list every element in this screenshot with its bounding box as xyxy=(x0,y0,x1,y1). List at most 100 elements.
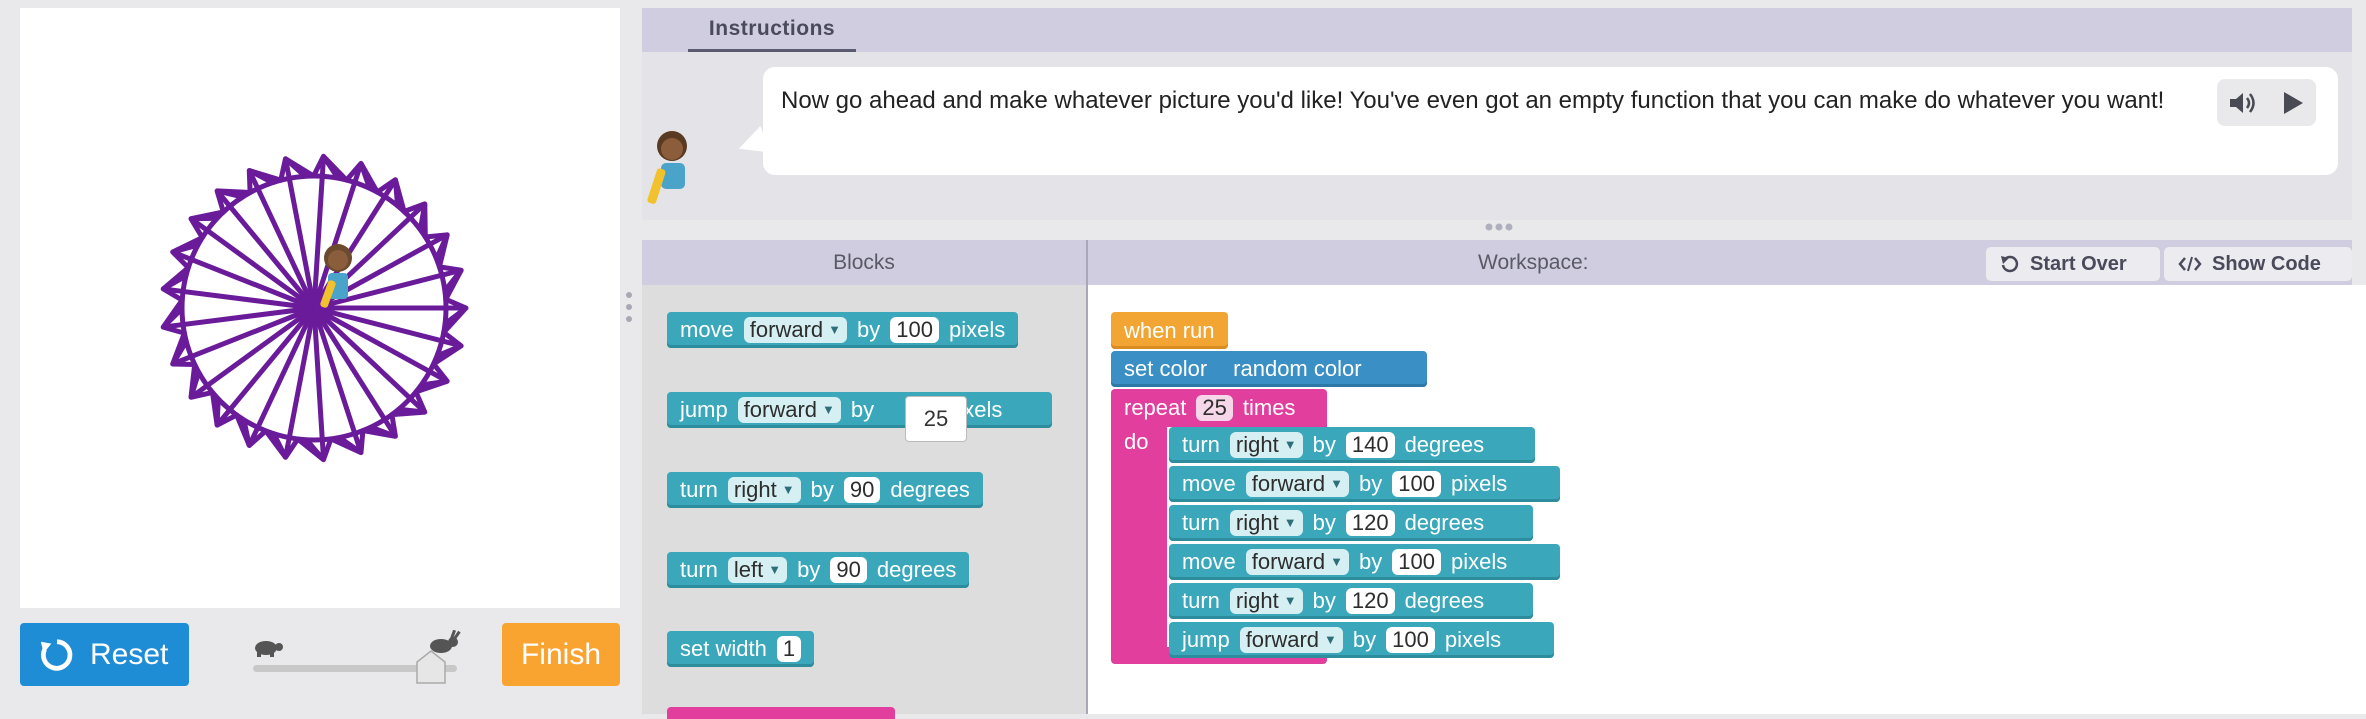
number-field[interactable]: 100 xyxy=(1392,549,1441,575)
direction-dropdown[interactable]: right ▼ xyxy=(1229,588,1303,614)
block-by-label: by xyxy=(1352,627,1377,652)
block-unit-label: pixels xyxy=(1451,549,1508,574)
start-over-label: Start Over xyxy=(2030,252,2127,275)
number-field[interactable]: 90 xyxy=(830,557,867,583)
dropdown-arrow-icon: ▼ xyxy=(1283,437,1297,452)
toolbox-function-block[interactable] xyxy=(667,707,895,719)
speed-slider-thumb[interactable] xyxy=(416,650,446,684)
repeat-body-block-jump[interactable]: jump forward ▼ by 100 pixels xyxy=(1169,622,1554,658)
number-field[interactable]: 100 xyxy=(1386,627,1435,653)
workspace-title: Workspace: xyxy=(1478,250,1589,274)
repeat-header: repeat 25 times xyxy=(1111,389,1308,427)
blocks-header: Blocks xyxy=(642,240,1086,285)
instructions-text: Now go ahead and make whatever picture y… xyxy=(763,67,2338,175)
direction-value: right xyxy=(1235,588,1279,613)
block-verb: turn xyxy=(1182,432,1220,457)
repeat-body-block-turn[interactable]: turn right ▼ by 120 degrees xyxy=(1169,583,1533,619)
code-icon xyxy=(2178,256,2202,272)
toolbox-jump-block[interactable]: jump forward ▼ by pixels xyxy=(667,392,1052,428)
block-verb: move xyxy=(1182,549,1236,574)
number-field[interactable]: 140 xyxy=(1345,432,1395,458)
direction-value: right xyxy=(733,477,777,502)
repeat-body-block-move[interactable]: move forward ▼ by 100 pixels xyxy=(1169,544,1560,580)
direction-value: forward xyxy=(1245,627,1320,652)
direction-dropdown[interactable]: right ▼ xyxy=(1229,510,1303,536)
number-field[interactable]: 90 xyxy=(843,477,881,503)
toolbox: move forward ▼ by 100 pixels jump forward… xyxy=(642,285,1086,719)
direction-value: forward xyxy=(1251,549,1326,574)
number-field[interactable]: 100 xyxy=(1392,471,1441,497)
block-by-label: by xyxy=(1359,471,1383,496)
play-icon[interactable] xyxy=(2281,90,2305,116)
direction-dropdown[interactable]: forward ▼ xyxy=(1245,549,1350,575)
jump-number-field[interactable]: 25 xyxy=(905,396,967,442)
direction-dropdown[interactable]: right ▼ xyxy=(1229,432,1303,458)
block-unit-label: degrees xyxy=(876,557,957,582)
panel-resize-handle[interactable] xyxy=(1484,222,1514,232)
instructions-avatar xyxy=(647,131,687,204)
show-code-button[interactable]: Show Code xyxy=(2164,247,2352,281)
number-field[interactable]: 100 xyxy=(890,317,939,343)
dropdown-arrow-icon: ▼ xyxy=(1330,554,1344,569)
direction-dropdown[interactable]: forward ▼ xyxy=(743,317,848,343)
reset-icon xyxy=(40,638,73,671)
block-unit-label: degrees xyxy=(1404,510,1485,535)
direction-dropdown[interactable]: forward ▼ xyxy=(737,397,841,423)
block-verb: turn xyxy=(1182,588,1220,613)
direction-value: forward xyxy=(1251,471,1326,496)
audio-controls[interactable] xyxy=(2217,79,2316,126)
dropdown-arrow-icon: ▼ xyxy=(828,322,842,337)
direction-value: right xyxy=(1235,510,1279,535)
tab-instructions[interactable]: Instructions xyxy=(688,8,856,52)
number-field[interactable]: 120 xyxy=(1345,510,1395,536)
drawing-canvas xyxy=(20,8,620,608)
block-verb: set width xyxy=(680,636,767,661)
block-verb: turn xyxy=(680,557,718,582)
repeat-body-block-move[interactable]: move forward ▼ by 100 pixels xyxy=(1169,466,1560,502)
direction-dropdown[interactable]: forward ▼ xyxy=(1245,471,1350,497)
toolbox-set-width-block[interactable]: set width 1 xyxy=(667,631,815,667)
instructions-header xyxy=(642,8,2352,52)
block-by-label: by xyxy=(797,557,821,582)
times-label: times xyxy=(1242,395,1296,420)
artist-character-icon xyxy=(320,244,352,308)
direction-dropdown[interactable]: forward ▼ xyxy=(1239,627,1343,653)
set-color-label: set color xyxy=(1124,356,1208,381)
direction-value: left xyxy=(733,557,764,582)
block-by-label: by xyxy=(1312,510,1336,535)
set-color-block[interactable]: set color random color xyxy=(1111,351,1427,387)
block-unit-label: degrees xyxy=(1404,432,1485,457)
block-verb: turn xyxy=(680,477,718,502)
speaker-icon[interactable] xyxy=(2228,90,2258,116)
when-run-block[interactable]: when run xyxy=(1111,312,1228,349)
toolbox-move-block[interactable]: move forward ▼ by 100 pixels xyxy=(667,312,1019,348)
toolbox-turn-left-block[interactable]: turn left ▼ by 90 degrees xyxy=(667,552,970,588)
dropdown-arrow-icon: ▼ xyxy=(1283,593,1297,608)
start-over-button[interactable]: Start Over xyxy=(1986,247,2160,281)
toolbox-resize-handle[interactable] xyxy=(624,290,634,324)
reset-button[interactable]: Reset xyxy=(20,623,189,686)
block-by-label: by xyxy=(1312,588,1336,613)
block-verb: jump xyxy=(1182,627,1230,652)
number-field[interactable]: 120 xyxy=(1345,588,1395,614)
workspace-header: Workspace: Start Over Show Code xyxy=(1088,240,2352,285)
block-unit-label: pixels xyxy=(1451,471,1508,496)
reset-label: Reset xyxy=(90,637,169,671)
repeat-count-field[interactable]: 25 xyxy=(1196,395,1233,421)
repeat-body-block-turn[interactable]: turn right ▼ by 120 degrees xyxy=(1169,505,1533,541)
random-color-value[interactable]: random color xyxy=(1233,356,1361,382)
dropdown-arrow-icon: ▼ xyxy=(768,562,782,577)
direction-dropdown[interactable]: left ▼ xyxy=(727,557,788,583)
direction-value: forward xyxy=(749,317,824,342)
block-unit-label: degrees xyxy=(1404,588,1485,613)
repeat-body-block-turn[interactable]: turn right ▼ by 140 degrees xyxy=(1169,427,1535,463)
number-field[interactable]: 1 xyxy=(776,636,802,662)
toolbox-turn-right-block[interactable]: turn right ▼ by 90 degrees xyxy=(667,472,983,508)
dropdown-arrow-icon: ▼ xyxy=(781,482,795,497)
block-verb: move xyxy=(680,317,734,342)
block-verb: turn xyxy=(1182,510,1220,535)
finish-button[interactable]: Finish xyxy=(502,623,620,686)
direction-dropdown[interactable]: right ▼ xyxy=(727,477,801,503)
block-verb: move xyxy=(1182,471,1236,496)
repeat-label: repeat xyxy=(1124,395,1187,420)
